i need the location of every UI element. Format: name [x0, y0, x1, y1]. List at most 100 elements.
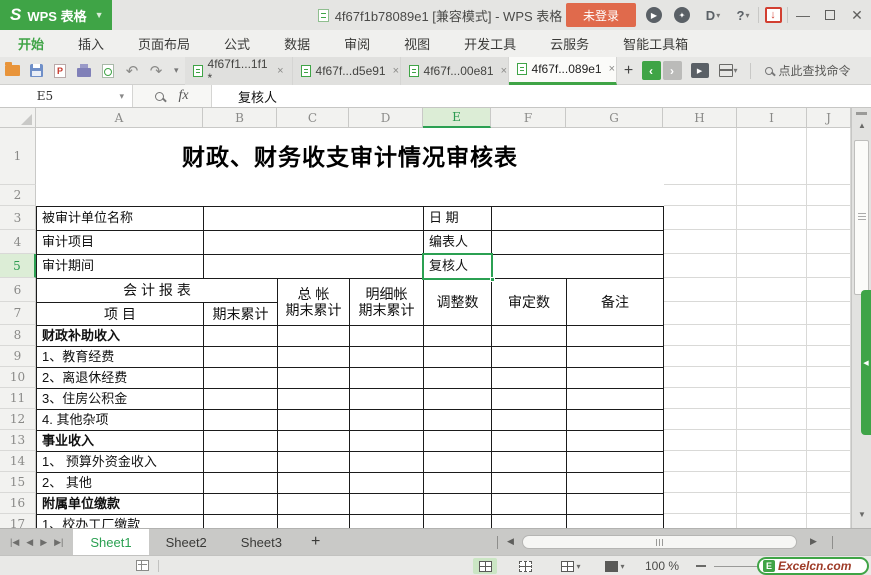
new-document-tab-button[interactable]: +	[617, 62, 641, 80]
cell-A17[interactable]: 1、校办工厂缴款	[36, 514, 204, 528]
cell-G12[interactable]	[566, 409, 664, 431]
cell-D10[interactable]	[349, 367, 424, 389]
chevron-down-icon[interactable]: ▾	[119, 91, 124, 102]
scroll-down-icon[interactable]: ▼	[852, 510, 871, 519]
cell-A12[interactable]: 4. 其他杂项	[36, 409, 204, 431]
cell-E11[interactable]	[423, 388, 492, 410]
cell-D12[interactable]	[349, 409, 424, 431]
cell-B15[interactable]	[203, 472, 278, 494]
print-preview-icon[interactable]	[96, 60, 120, 82]
cell-F16[interactable]	[491, 493, 567, 515]
prev-sheet-icon[interactable]: ◀	[26, 537, 33, 548]
menu-审阅[interactable]: 审阅	[344, 34, 370, 53]
cell-G6[interactable]: 备注	[566, 278, 664, 326]
cell-G17[interactable]	[566, 514, 664, 528]
page-layout-view-icon[interactable]: ▾	[556, 558, 586, 574]
row-header-7[interactable]: 7	[0, 302, 36, 325]
column-header-E[interactable]: E	[423, 108, 491, 128]
sheet-tab-sheet1[interactable]: Sheet1	[73, 529, 148, 555]
maximize-button[interactable]	[817, 0, 843, 30]
cell-F5[interactable]	[491, 254, 664, 279]
cell-B11[interactable]	[203, 388, 278, 410]
play-presentation-icon[interactable]: ▶	[691, 63, 709, 78]
sheet-tab-sheet2[interactable]: Sheet2	[149, 529, 224, 555]
cell-B4[interactable]	[203, 230, 424, 255]
cell-E16[interactable]	[423, 493, 492, 515]
menu-公式[interactable]: 公式	[224, 34, 250, 53]
row-header-6[interactable]: 6	[0, 278, 36, 302]
cell-E6[interactable]: 调整数	[423, 278, 492, 326]
cell-A5[interactable]: 审计期间	[36, 254, 204, 279]
redo-icon[interactable]: ↷	[144, 60, 168, 82]
horizontal-scroll-thumb[interactable]	[522, 535, 797, 549]
cell-E12[interactable]	[423, 409, 492, 431]
add-sheet-button[interactable]: +	[299, 529, 332, 555]
cell-D6[interactable]: 明细帐 期末累计	[349, 278, 424, 326]
macro-record-icon[interactable]	[136, 560, 149, 571]
cell-B8[interactable]	[203, 325, 278, 347]
cell-E4[interactable]: 编表人	[423, 230, 492, 255]
scroll-right-icon[interactable]: ▶	[810, 536, 817, 547]
cell-A4[interactable]: 审计项目	[36, 230, 204, 255]
cell-F3[interactable]	[491, 206, 664, 231]
cell-B10[interactable]	[203, 367, 278, 389]
cell-B14[interactable]	[203, 451, 278, 473]
cell-D16[interactable]	[349, 493, 424, 515]
normal-view-icon[interactable]	[473, 558, 497, 574]
download-manager-icon[interactable]: ↓	[763, 5, 783, 25]
cell-F12[interactable]	[491, 409, 567, 431]
row-header-9[interactable]: 9	[0, 346, 36, 367]
column-header-D[interactable]: D	[349, 108, 423, 128]
column-header-A[interactable]: A	[36, 108, 203, 128]
zoom-out-button[interactable]	[696, 565, 706, 567]
row-header-15[interactable]: 15	[0, 472, 36, 493]
cell-F11[interactable]	[491, 388, 567, 410]
cell-A1[interactable]: 财政、财务收支审计情况审核表	[36, 128, 664, 186]
cell-C12[interactable]	[277, 409, 350, 431]
open-file-icon[interactable]	[0, 60, 24, 82]
cell-B9[interactable]	[203, 346, 278, 368]
settings-icon[interactable]: ✦	[672, 5, 692, 25]
row-header-11[interactable]: 11	[0, 388, 36, 409]
cell-C15[interactable]	[277, 472, 350, 494]
menu-智能工具箱[interactable]: 智能工具箱	[623, 34, 688, 53]
cell-E10[interactable]	[423, 367, 492, 389]
cell-C8[interactable]	[277, 325, 350, 347]
cell-A6[interactable]: 会 计 报 表	[36, 278, 278, 303]
first-sheet-icon[interactable]: |◀	[10, 537, 19, 548]
row-header-3[interactable]: 3	[0, 206, 36, 230]
column-header-G[interactable]: G	[566, 108, 663, 128]
row-header-2[interactable]: 2	[0, 185, 36, 206]
next-tab-button[interactable]: ›	[663, 61, 682, 80]
menu-云服务[interactable]: 云服务	[550, 34, 589, 53]
cell-A11[interactable]: 3、住房公积金	[36, 388, 204, 410]
cell-E14[interactable]	[423, 451, 492, 473]
column-header-B[interactable]: B	[203, 108, 277, 128]
cell-E13[interactable]	[423, 430, 492, 452]
undo-icon[interactable]: ↶	[120, 60, 144, 82]
community-icon[interactable]: ▶	[644, 5, 664, 25]
next-sheet-icon[interactable]: ▶	[40, 537, 47, 548]
name-box[interactable]: E5 ▾	[0, 85, 133, 107]
close-tab-icon[interactable]: ×	[393, 65, 399, 77]
cell-A3[interactable]: 被审计单位名称	[36, 206, 204, 231]
cell-E17[interactable]	[423, 514, 492, 528]
prev-tab-button[interactable]: ‹	[642, 61, 661, 80]
side-panel-toggle[interactable]: ◀	[861, 290, 871, 435]
cell-F9[interactable]	[491, 346, 567, 368]
row-header-14[interactable]: 14	[0, 451, 36, 472]
vertical-scroll-thumb[interactable]	[854, 140, 869, 295]
cell-C17[interactable]	[277, 514, 350, 528]
cell-E8[interactable]	[423, 325, 492, 347]
row-header-1[interactable]: 1	[0, 128, 36, 185]
cell-B7[interactable]: 期末累计	[203, 302, 278, 326]
file-tab-2[interactable]: 4f67f...d5e91×	[293, 57, 401, 85]
reading-view-icon[interactable]: ▾	[600, 558, 630, 574]
menu-开始[interactable]: 开始	[18, 34, 44, 53]
cell-B13[interactable]	[203, 430, 278, 452]
cell-G10[interactable]	[566, 367, 664, 389]
export-pdf-icon[interactable]: P	[48, 60, 72, 82]
cell-D14[interactable]	[349, 451, 424, 473]
cell-E3[interactable]: 日 期	[423, 206, 492, 231]
row-header-5[interactable]: 5	[0, 254, 36, 278]
